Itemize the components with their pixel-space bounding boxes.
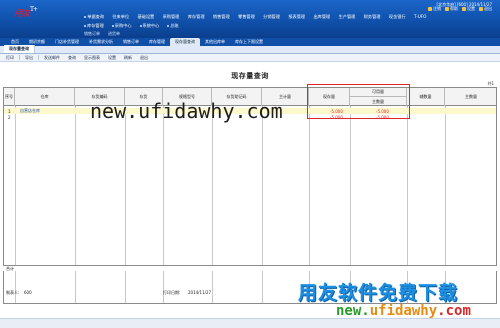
quick-links: 销售订单 进货单 xyxy=(80,31,124,37)
grid-line xyxy=(125,106,126,303)
tab-stock-limits[interactable]: 库存上下限设置 xyxy=(230,38,268,46)
print-date-value: 2014/11/27 xyxy=(188,290,212,295)
report-title: 现存量查询 xyxy=(231,72,269,80)
sub-menu: 库存管理 采购中心 系统中心 总账 xyxy=(80,22,183,30)
top-banner: 用友T+ [北京华府] [600] 2014/11/27 注销 帮助 设置 退出… xyxy=(0,0,500,38)
submenu-item[interactable]: 采购中心 xyxy=(108,22,136,30)
tab-sales-order[interactable]: 销售订单 xyxy=(118,38,144,46)
brand-mark: 用友 xyxy=(14,9,31,19)
help-button[interactable]: 帮助 xyxy=(445,6,458,12)
col-warehouse[interactable]: 仓库 xyxy=(15,88,75,106)
gear-icon xyxy=(462,7,466,11)
menu-item[interactable]: 出库管理 xyxy=(309,13,334,21)
help-icon xyxy=(445,7,449,11)
menu-item[interactable]: 现金银行 xyxy=(385,13,410,21)
settings-button[interactable]: 设置 xyxy=(462,6,475,12)
tab-replenish-analysis[interactable]: 补货需求分析 xyxy=(84,38,118,46)
logout-icon xyxy=(428,7,432,11)
export-button[interactable]: 导出 xyxy=(21,55,37,61)
logout-button[interactable]: 注销 xyxy=(428,6,441,12)
maker-value: 600 xyxy=(24,290,32,295)
tab-onhand-query[interactable]: 现存量查询 xyxy=(170,38,200,46)
grid-line xyxy=(163,106,164,303)
watermark-url: new.ufidawhy.com xyxy=(90,99,283,123)
grid-line xyxy=(262,106,263,303)
menu-item[interactable]: 单据查询 xyxy=(80,13,108,21)
col-main-qty[interactable]: 主数量 xyxy=(445,88,497,106)
settings-toolbar-button[interactable]: 设置 xyxy=(104,55,120,61)
menu-item[interactable]: 采购管理 xyxy=(158,13,183,21)
active-tab-strip: 现存量查询 xyxy=(0,45,500,54)
grid-line xyxy=(407,106,408,303)
report-toolbar: 打印 导出 发送邮件 查询 显示图表 设置 刷新 退出 xyxy=(0,54,500,62)
toolbar-divider xyxy=(19,55,20,60)
total-row: 合计 xyxy=(3,265,497,271)
send-email-button[interactable]: 发送邮件 xyxy=(40,55,64,61)
menu-item[interactable]: 分销管理 xyxy=(259,13,284,21)
submenu-item[interactable]: 总账 xyxy=(163,22,182,30)
menu-item[interactable]: 财务管理 xyxy=(360,13,385,21)
brand-badge: T+ xyxy=(30,6,38,13)
watermark-slogan: 用友软件免费下载 xyxy=(298,282,459,304)
tab-inventory[interactable]: 库存管理 xyxy=(144,38,170,46)
grid-line xyxy=(75,106,76,303)
print-date-label: 打印日期: xyxy=(163,290,181,295)
highlight-box xyxy=(307,84,410,119)
menu-item[interactable]: 生产管理 xyxy=(334,13,359,21)
col-seq[interactable]: 序号 xyxy=(4,88,15,106)
menu-item[interactable]: 零售管理 xyxy=(234,13,259,21)
exit-toolbar-button[interactable]: 退出 xyxy=(136,55,152,61)
active-tab-label[interactable]: 现存量查询 xyxy=(4,45,35,53)
grid-line xyxy=(309,106,310,303)
exit-button[interactable]: 退出 xyxy=(479,6,492,12)
menu-item[interactable]: T-UFO xyxy=(410,13,431,21)
grid-line xyxy=(15,106,16,303)
main-menu: 单据查询 往来单位 基础设置 采购管理 库存管理 销售管理 零售管理 分销管理 … xyxy=(80,13,431,21)
header-tools: 注销 帮助 设置 退出 xyxy=(428,6,492,12)
quick-link[interactable]: 销售订单 xyxy=(80,31,104,37)
tab-other-outbound[interactable]: 其他出库单 xyxy=(200,38,230,46)
exit-icon xyxy=(479,7,483,11)
menu-item[interactable]: 报表管理 xyxy=(284,13,309,21)
refresh-button[interactable]: 刷新 xyxy=(120,55,136,61)
total-label: 合计 xyxy=(6,266,14,271)
print-button[interactable]: 打印 xyxy=(2,55,18,61)
cell-seq: 2 xyxy=(8,114,11,120)
menu-item[interactable]: 库存管理 xyxy=(184,13,209,21)
tab-store-replenish[interactable]: 门店补货管理 xyxy=(50,38,84,46)
menu-item[interactable]: 基础设置 xyxy=(133,13,158,21)
open-doc-tabs: 首页 期初余额 门店补货管理 补货需求分析 销售订单 库存管理 现存量查询 其他… xyxy=(0,38,500,46)
submenu-item[interactable]: 库存管理 xyxy=(80,22,108,30)
show-chart-button[interactable]: 显示图表 xyxy=(80,55,104,61)
query-button[interactable]: 查询 xyxy=(64,55,80,61)
menu-item[interactable]: 销售管理 xyxy=(209,13,234,21)
menu-item[interactable]: 往来单位 xyxy=(108,13,133,21)
grid-line xyxy=(350,106,351,303)
grid-line xyxy=(212,106,213,303)
toolbar-divider xyxy=(38,55,39,60)
submenu-item[interactable]: 系统中心 xyxy=(136,22,164,30)
brand-logo: 用友T+ xyxy=(14,6,54,28)
col-aux-qty[interactable]: 辅数量 xyxy=(407,88,445,106)
status-bar xyxy=(0,318,500,328)
maker-label: 制表人: xyxy=(6,290,20,295)
watermark-url-footer: new.ufidawhy.com xyxy=(336,303,471,319)
quick-link[interactable]: 进货单 xyxy=(104,31,124,37)
grid-line xyxy=(445,106,446,303)
